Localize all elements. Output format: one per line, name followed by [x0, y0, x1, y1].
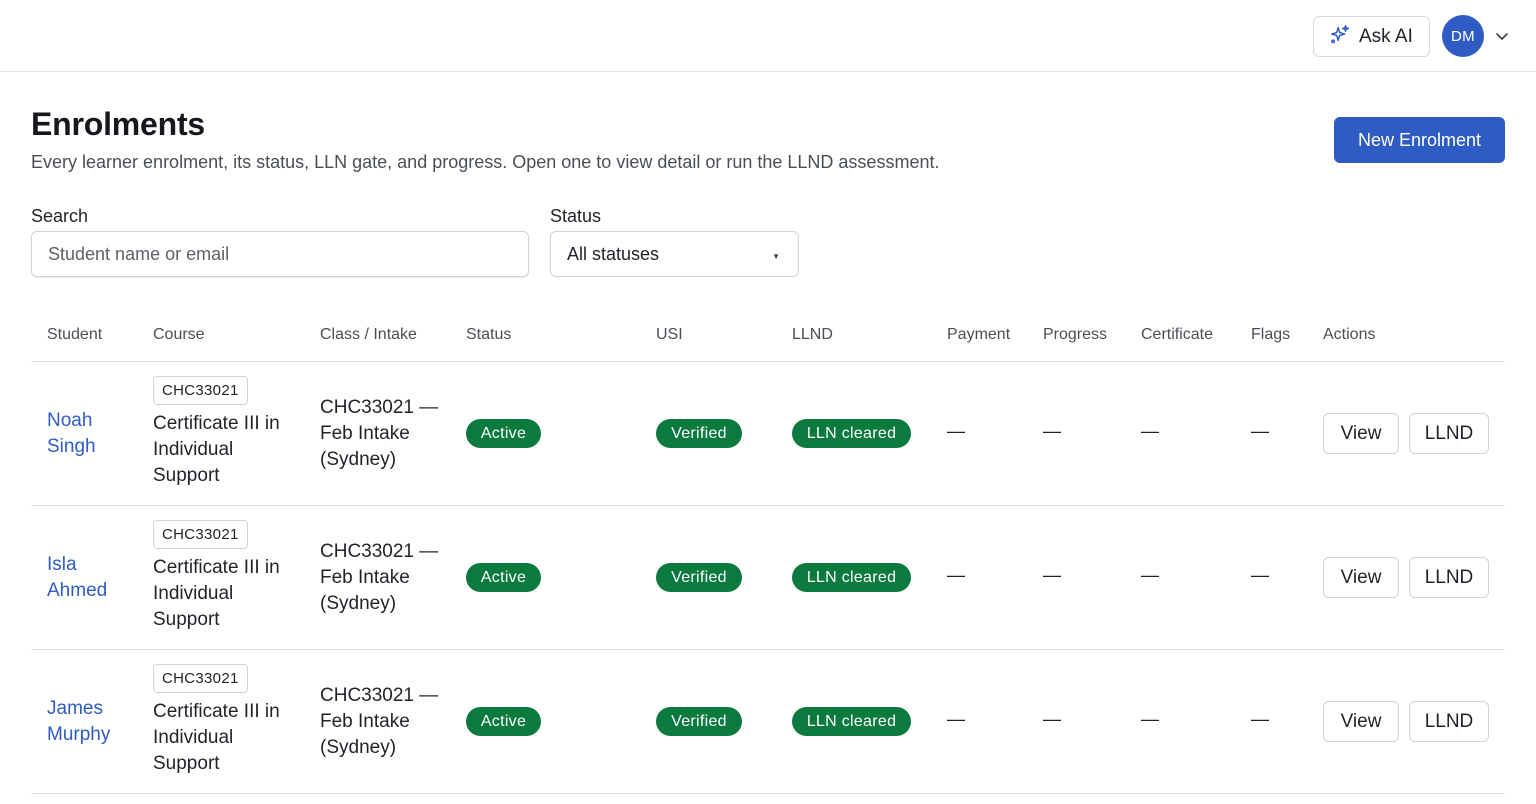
progress-value: —	[1043, 421, 1061, 441]
payment-value: —	[947, 709, 965, 729]
page-description: Every learner enrolment, its status, LLN…	[31, 152, 940, 172]
course-name: Certificate III in Individual Support	[153, 557, 280, 630]
table-row: Isla Ahmed CHC33021 Certificate III in I…	[0, 506, 1536, 650]
new-enrolment-button[interactable]: New Enrolment	[1334, 117, 1505, 163]
status-badge: Active	[466, 563, 541, 592]
ask-ai-label: Ask AI	[1359, 25, 1413, 47]
table-row: James Murphy CHC33021 Certificate III in…	[0, 650, 1536, 794]
course-name: Certificate III in Individual Support	[153, 413, 280, 486]
progress-value: —	[1043, 565, 1061, 585]
column-header-course: Course	[153, 326, 205, 343]
status-filter-label: Status	[550, 206, 602, 226]
ask-ai-button[interactable]: Ask AI	[1313, 16, 1430, 57]
certificate-value: —	[1141, 421, 1159, 441]
column-header-student: Student	[47, 326, 103, 343]
sparkle-icon	[1329, 23, 1351, 51]
column-header-flags: Flags	[1251, 326, 1291, 343]
column-header-usi: USI	[656, 326, 683, 343]
student-link[interactable]: Isla Ahmed	[47, 552, 137, 604]
llnd-button[interactable]: LLND	[1409, 557, 1489, 598]
view-button[interactable]: View	[1323, 701, 1399, 742]
payment-value: —	[947, 421, 965, 441]
class-intake: CHC33021 — Feb Intake (Sydney)	[320, 685, 439, 758]
llnd-button[interactable]: LLND	[1409, 413, 1489, 454]
student-link[interactable]: James Murphy	[47, 696, 137, 748]
progress-value: —	[1043, 709, 1061, 729]
column-header-actions: Actions	[1323, 326, 1376, 343]
view-button[interactable]: View	[1323, 413, 1399, 454]
view-button[interactable]: View	[1323, 557, 1399, 598]
column-header-class-intake: Class / Intake	[320, 326, 417, 343]
llnd-badge: LLN cleared	[792, 563, 911, 592]
certificate-value: —	[1141, 565, 1159, 585]
page-title: Enrolments	[31, 106, 206, 142]
column-header-certificate: Certificate	[1141, 326, 1214, 343]
course-code-tag: CHC33021	[153, 376, 248, 405]
flags-value: —	[1251, 421, 1269, 441]
flags-value: —	[1251, 709, 1269, 729]
table-row: Noah Singh CHC33021 Certificate III in I…	[0, 362, 1536, 506]
class-intake: CHC33021 — Feb Intake (Sydney)	[320, 541, 439, 614]
flags-value: —	[1251, 565, 1269, 585]
course-name: Certificate III in Individual Support	[153, 701, 280, 774]
llnd-button[interactable]: LLND	[1409, 701, 1489, 742]
llnd-badge: LLN cleared	[792, 419, 911, 448]
row-divider	[31, 793, 1505, 794]
status-select[interactable]: All statuses ▼	[550, 231, 799, 277]
usi-badge: Verified	[656, 419, 742, 448]
search-input[interactable]	[31, 231, 529, 277]
payment-value: —	[947, 565, 965, 585]
usi-badge: Verified	[656, 563, 742, 592]
course-code-tag: CHC33021	[153, 520, 248, 549]
status-select-value: All statuses	[567, 243, 660, 264]
column-header-llnd: LLND	[792, 326, 833, 343]
column-header-status: Status	[466, 326, 512, 343]
course-code-tag: CHC33021	[153, 664, 248, 693]
top-bar: Ask AI DM	[0, 0, 1536, 72]
search-label: Search	[31, 206, 89, 226]
usi-badge: Verified	[656, 707, 742, 736]
column-header-progress: Progress	[1043, 326, 1108, 343]
user-avatar[interactable]: DM	[1442, 15, 1484, 57]
status-badge: Active	[466, 419, 541, 448]
column-header-payment: Payment	[947, 326, 1011, 343]
certificate-value: —	[1141, 709, 1159, 729]
student-link[interactable]: Noah Singh	[47, 408, 137, 460]
class-intake: CHC33021 — Feb Intake (Sydney)	[320, 397, 439, 470]
llnd-badge: LLN cleared	[792, 707, 911, 736]
chevron-down-icon[interactable]	[1494, 28, 1510, 44]
caret-down-icon: ▼	[772, 252, 780, 261]
status-badge: Active	[466, 707, 541, 736]
